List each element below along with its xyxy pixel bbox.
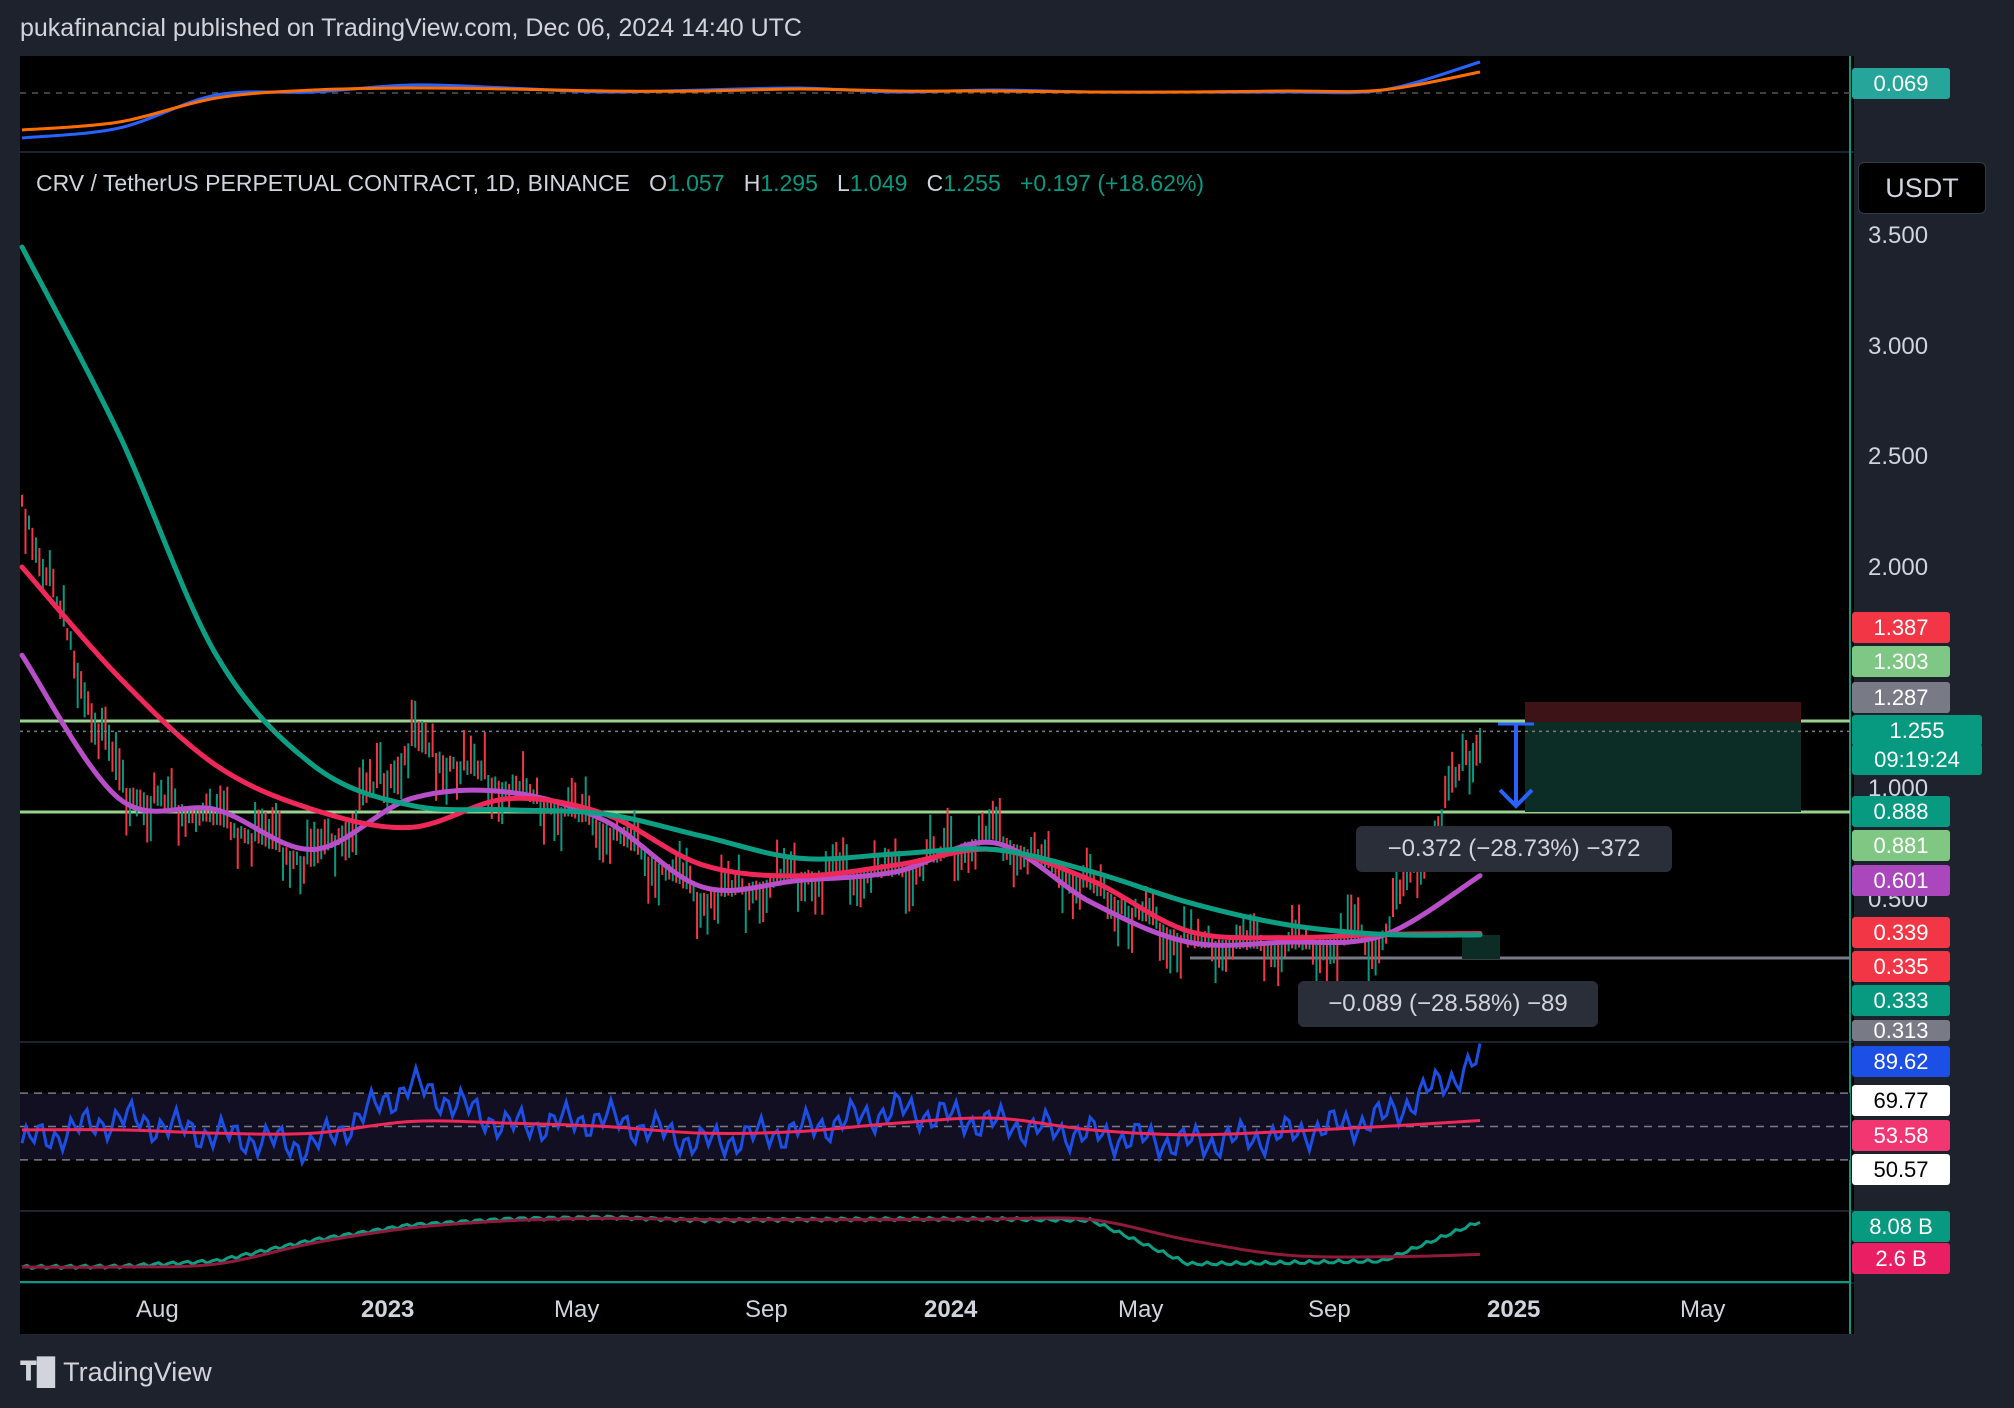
volume-label: 8.08 B — [1852, 1211, 1950, 1242]
symbol-name: CRV / TetherUS PERPETUAL CONTRACT, 1D, B… — [36, 170, 630, 196]
price-label: 0.313 — [1852, 1020, 1950, 1041]
time-tick: May — [1680, 1296, 1726, 1323]
low-value: 1.049 — [849, 170, 908, 196]
price-tick: 3.500 — [1868, 222, 1929, 249]
top-indicator-slow-line — [21, 70, 1481, 132]
time-tick: Sep — [1308, 1296, 1351, 1323]
time-tick: May — [1118, 1296, 1164, 1323]
price-label: 1.387 — [1852, 612, 1950, 643]
price-label: 0.335 — [1852, 951, 1950, 982]
low-label: L — [837, 170, 850, 196]
rsi-label: 69.77 — [1852, 1085, 1950, 1116]
footer-brand-text: TradingView — [63, 1356, 212, 1387]
price-label: 1.303 — [1852, 646, 1950, 677]
footer-brand[interactable]: 𝐓█ TradingView — [20, 1356, 212, 1388]
time-tick: Aug — [136, 1296, 179, 1323]
rsi-label: 50.57 — [1852, 1154, 1950, 1185]
currency-button[interactable]: USDT — [1858, 162, 1986, 214]
price-tick: 2.500 — [1868, 443, 1929, 470]
position-target-zone — [1525, 722, 1801, 812]
symbol-info: CRV / TetherUS PERPETUAL CONTRACT, 1D, B… — [36, 170, 1204, 197]
price-label: 1.287 — [1852, 682, 1950, 713]
price-tick: 2.000 — [1868, 554, 1929, 581]
price-label: 0.333 — [1852, 985, 1950, 1016]
high-value: 1.295 — [760, 170, 818, 196]
volume-label: 2.6 B — [1852, 1243, 1950, 1274]
tradingview-logo-icon: 𝐓█ — [20, 1356, 56, 1386]
change-value: +0.197 (+18.62%) — [1019, 170, 1205, 196]
open-label: O — [649, 170, 667, 196]
price-label: 0.601 — [1852, 865, 1950, 896]
close-label: C — [926, 170, 944, 196]
position-stop-zone — [1525, 702, 1801, 722]
high-label: H — [743, 170, 761, 196]
rsi-label: 53.58 — [1852, 1120, 1950, 1151]
price-tick: 3.000 — [1868, 333, 1929, 360]
rsi-label: 89.62 — [1852, 1046, 1950, 1077]
time-tick: 2025 — [1487, 1296, 1541, 1323]
price-label: 0.881 — [1852, 830, 1950, 861]
time-tick: 2024 — [924, 1296, 978, 1323]
chart-canvas — [19, 56, 1851, 1334]
measure-box-upper[interactable]: −0.372 (−28.73%) −372 — [1356, 826, 1672, 872]
top-indicator-label: 0.069 — [1852, 68, 1950, 99]
time-tick: Sep — [745, 1296, 788, 1323]
open-value: 1.057 — [666, 170, 725, 196]
close-value: 1.255 — [943, 170, 1001, 196]
countdown-label: 09:19:24 — [1852, 744, 1982, 775]
top-indicator-fast-line — [21, 60, 1481, 140]
price-label: 0.339 — [1852, 917, 1950, 948]
position-small-zone — [1462, 935, 1500, 959]
time-tick: 2023 — [361, 1296, 415, 1323]
obv-ma-line — [21, 1216, 1481, 1269]
time-tick: May — [554, 1296, 600, 1323]
price-label: 0.888 — [1852, 796, 1950, 827]
measure-box-lower[interactable]: −0.089 (−28.58%) −89 — [1298, 981, 1598, 1027]
ema-fast-line — [19, 652, 1483, 948]
last-price-label: 1.255 — [1852, 715, 1982, 746]
ema-mid-line — [19, 564, 1483, 941]
